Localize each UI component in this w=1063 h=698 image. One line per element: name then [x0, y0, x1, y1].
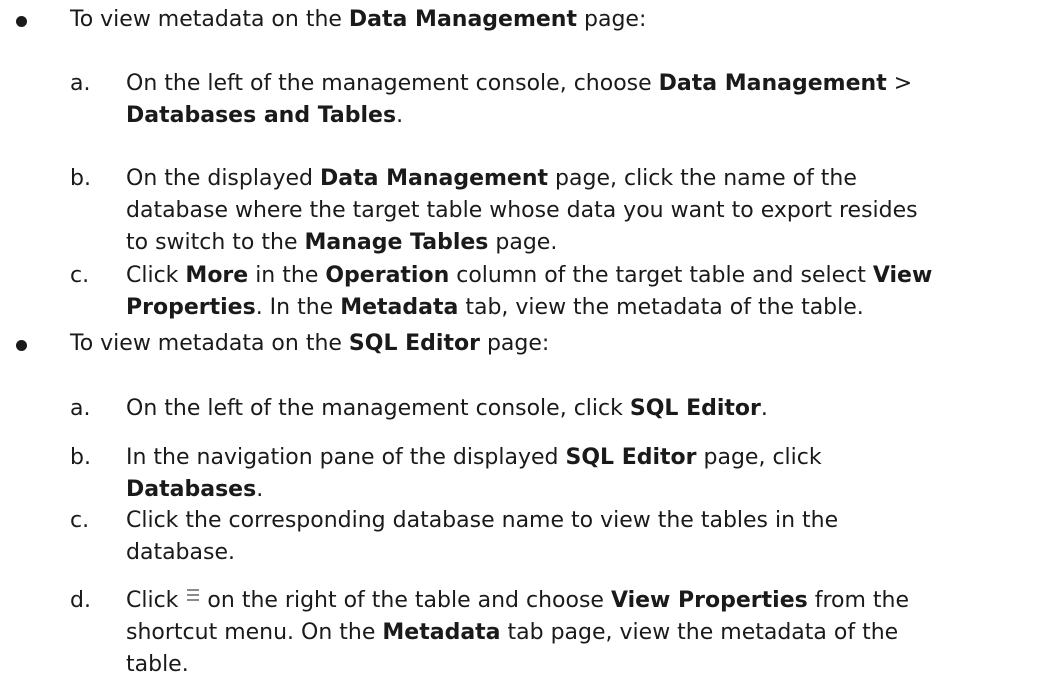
- step-letter: a.: [70, 396, 91, 421]
- step-letter: c.: [70, 263, 90, 288]
- step-text: Click the corresponding database name to…: [126, 508, 839, 565]
- bullet-heading: To view metadata on the SQL Editor page:: [70, 331, 550, 356]
- bullet-heading: To view metadata on the Data Management …: [70, 7, 647, 32]
- step-letter: d.: [70, 588, 91, 613]
- bullet-dot: [16, 16, 27, 27]
- menu-icon: [185, 587, 201, 605]
- step-letter: b.: [70, 445, 91, 470]
- bullet-dot: [16, 340, 27, 351]
- step-letter: c.: [70, 508, 90, 533]
- step-text: Click More in the Operation column of th…: [126, 263, 933, 320]
- document-page: To view metadata on the Data Management …: [0, 0, 1063, 698]
- step-text: On the left of the management console, c…: [126, 71, 913, 128]
- step-text: In the navigation pane of the displayed …: [126, 445, 822, 502]
- step-letter: a.: [70, 71, 91, 96]
- step-text: Click on the right of the table and choo…: [126, 587, 910, 677]
- step-text: On the displayed Data Management page, c…: [126, 166, 918, 255]
- step-text: On the left of the management console, c…: [126, 396, 768, 421]
- step-letter: b.: [70, 166, 91, 191]
